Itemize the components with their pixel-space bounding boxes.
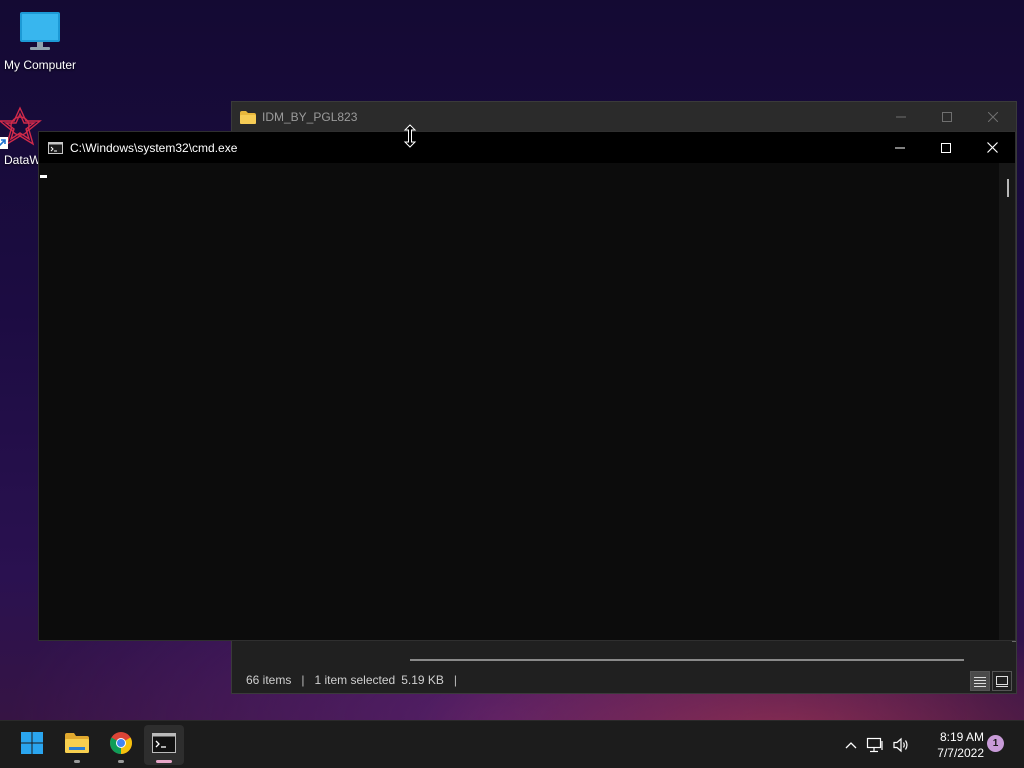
- file-explorer-icon: [64, 732, 90, 759]
- cmd-window[interactable]: C:\Windows\system32\cmd.exe: [38, 131, 1016, 641]
- text-cursor: [40, 175, 47, 178]
- chevron-up-icon[interactable]: [840, 741, 862, 749]
- clock[interactable]: 8:19 AM 7/7/2022: [920, 729, 984, 761]
- folder-icon: [240, 110, 256, 124]
- notification-badge[interactable]: 1: [987, 735, 1004, 752]
- close-button[interactable]: [970, 102, 1016, 132]
- cmd-console-area[interactable]: [39, 163, 999, 640]
- cmd-icon: [152, 732, 176, 758]
- start-button[interactable]: [12, 725, 52, 765]
- cmd-title-bar[interactable]: C:\Windows\system32\cmd.exe: [39, 132, 1015, 163]
- taskbar: 8:19 AM 7/7/2022: [0, 720, 1024, 768]
- explorer-horizontal-scrollbar[interactable]: [410, 659, 964, 661]
- monitor-icon: [18, 12, 62, 55]
- windows-start-icon: [20, 731, 44, 760]
- status-separator: |: [301, 673, 305, 687]
- desktop-icon-label: My Computer: [3, 58, 77, 72]
- explorer-title: IDM_BY_PGL823: [262, 110, 358, 124]
- running-indicator: [156, 760, 172, 763]
- close-button[interactable]: [969, 132, 1015, 163]
- clock-time: 8:19 AM: [939, 730, 984, 744]
- chrome-icon: [109, 731, 133, 760]
- volume-icon[interactable]: [888, 737, 914, 753]
- cmd-icon: [48, 141, 63, 154]
- details-view-button[interactable]: [970, 671, 990, 691]
- selection-count: 1 item selected: [314, 673, 396, 687]
- taskbar-chrome[interactable]: [101, 725, 141, 765]
- resize-vertical-cursor-icon: [403, 124, 417, 153]
- taskbar-file-explorer[interactable]: [57, 725, 97, 765]
- cmd-vertical-scrollbar[interactable]: [999, 163, 1015, 640]
- running-indicator: [74, 760, 80, 763]
- cmd-title: C:\Windows\system32\cmd.exe: [70, 140, 238, 155]
- maximize-button[interactable]: [923, 132, 969, 163]
- explorer-status-bar: 66 items | 1 item selected 5.19 KB |: [232, 667, 1016, 693]
- status-separator: |: [453, 673, 458, 687]
- taskbar-cmd[interactable]: [144, 725, 184, 765]
- clock-date: 7/7/2022: [937, 746, 984, 760]
- maximize-button[interactable]: [924, 102, 970, 132]
- minimize-button[interactable]: [878, 102, 924, 132]
- large-icons-view-button[interactable]: [992, 671, 1012, 691]
- running-indicator: [118, 760, 124, 763]
- network-icon[interactable]: [862, 737, 888, 753]
- minimize-button[interactable]: [877, 132, 923, 163]
- desktop-icon-my-computer[interactable]: My Computer: [0, 10, 80, 72]
- scrollbar-thumb[interactable]: [1007, 179, 1009, 197]
- item-count: 66 items: [246, 673, 292, 687]
- selection-size: 5.19 KB: [401, 673, 444, 687]
